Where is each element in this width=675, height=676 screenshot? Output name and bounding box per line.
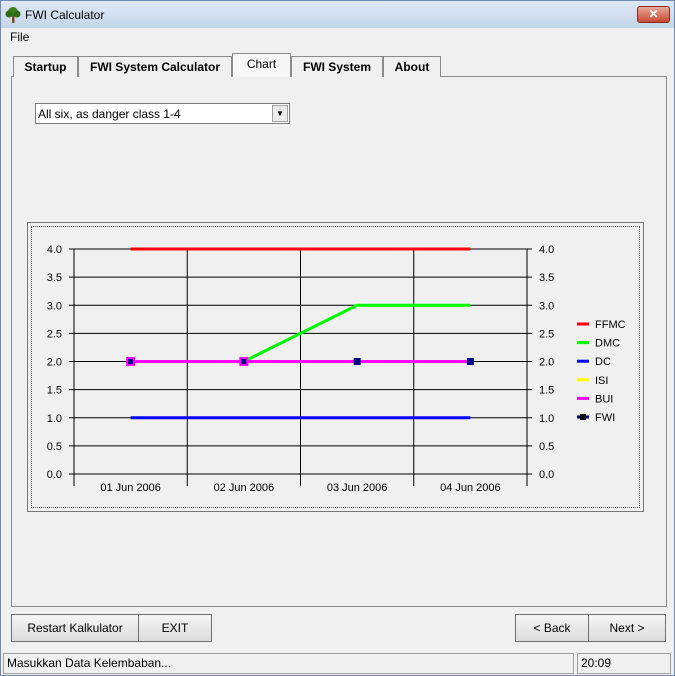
back-button-label: < Back xyxy=(533,621,571,635)
legend-label-dc: DC xyxy=(595,356,611,368)
x-tick-label: 01 Jun 2006 xyxy=(100,482,161,494)
y-tick-label-left: 3.0 xyxy=(47,300,62,312)
fwi-marker xyxy=(240,358,248,365)
y-tick-label-right: 3.5 xyxy=(539,272,554,284)
chevron-down-icon[interactable]: ▼ xyxy=(272,105,288,122)
y-tick-label-right: 4.0 xyxy=(539,244,554,256)
close-icon: ✕ xyxy=(648,7,659,21)
y-tick-label-left: 3.5 xyxy=(47,272,62,284)
y-tick-label-left: 2.0 xyxy=(47,357,62,369)
legend-marker-fwi xyxy=(580,414,586,420)
x-tick-label: 02 Jun 2006 xyxy=(214,482,275,494)
y-tick-label-right: 1.5 xyxy=(539,385,554,397)
next-button[interactable]: Next > xyxy=(588,614,666,642)
fwi-marker xyxy=(466,358,474,365)
y-tick-label-left: 0.5 xyxy=(47,441,62,453)
window-title: FWI Calculator xyxy=(25,8,105,22)
legend-label-bui: BUI xyxy=(595,393,613,405)
y-tick-label-left: 4.0 xyxy=(47,244,62,256)
tab-startup[interactable]: Startup xyxy=(13,56,78,77)
y-tick-label-left: 1.0 xyxy=(47,413,62,425)
danger-class-chart: 0.0 0.0 0.5 0.5 1.0 1.0 1.5 1.5 2.0 2.0 2.5 2.5 3.0 3… xyxy=(47,244,626,494)
x-tick-label: 03 Jun 2006 xyxy=(327,482,388,494)
restart-button[interactable]: Restart Kalkulator xyxy=(11,614,139,642)
legend-label-fwi: FWI xyxy=(595,412,615,424)
close-button[interactable]: ✕ xyxy=(637,6,670,23)
y-tick-label-right: 2.5 xyxy=(539,328,554,340)
y-tick-label-left: 2.5 xyxy=(47,328,62,340)
legend-label-dmc: DMC xyxy=(595,338,620,350)
chart-area: 0.0 0.0 0.5 0.5 1.0 1.0 1.5 1.5 2.0 2.0 2.5 2.5 3.0 3… xyxy=(31,226,640,508)
y-tick-label-left: 0.0 xyxy=(47,469,62,481)
menu-bar: File xyxy=(1,28,674,47)
status-bar: Masukkan Data Kelembaban... 20:09 xyxy=(1,652,674,675)
legend-label-ffmc: FFMC xyxy=(595,319,626,331)
y-tick-label-right: 3.0 xyxy=(539,300,554,312)
menu-file[interactable]: File xyxy=(10,30,29,44)
tab-about[interactable]: About xyxy=(383,56,441,77)
exit-button-label: EXIT xyxy=(161,621,189,635)
tree-icon xyxy=(5,7,21,23)
y-tick-label-right: 1.0 xyxy=(539,413,554,425)
tab-fwi-system[interactable]: FWI System xyxy=(291,56,383,77)
fwi-marker xyxy=(353,358,361,365)
tab-chart[interactable]: Chart xyxy=(232,53,291,77)
chart-type-select[interactable]: All six, as danger class 1-4 ▼ xyxy=(35,103,290,124)
title-bar[interactable]: FWI Calculator ✕ xyxy=(1,1,674,28)
x-tick-label: 04 Jun 2006 xyxy=(440,482,501,494)
y-tick-label-left: 1.5 xyxy=(47,385,62,397)
y-tick-label-right: 0.0 xyxy=(539,469,554,481)
next-button-label: Next > xyxy=(609,621,645,635)
chart-frame: 0.0 0.0 0.5 0.5 1.0 1.0 1.5 1.5 2.0 2.0 2.5 2.5 3.0 3… xyxy=(27,222,644,512)
back-button[interactable]: < Back xyxy=(515,614,589,642)
restart-button-label: Restart Kalkulator xyxy=(27,621,123,635)
y-tick-label-right: 0.5 xyxy=(539,441,554,453)
chart-type-value: All six, as danger class 1-4 xyxy=(38,107,181,121)
tab-fwi-system-calculator[interactable]: FWI System Calculator xyxy=(78,56,232,77)
app-window: FWI Calculator ✕ File Startup FWI System… xyxy=(0,0,675,676)
legend-label-isi: ISI xyxy=(595,375,608,387)
status-message: Masukkan Data Kelembaban... xyxy=(3,653,574,674)
fwi-marker xyxy=(127,358,135,365)
y-tick-label-right: 2.0 xyxy=(539,357,554,369)
status-time: 20:09 xyxy=(577,653,671,674)
exit-button[interactable]: EXIT xyxy=(138,614,212,642)
